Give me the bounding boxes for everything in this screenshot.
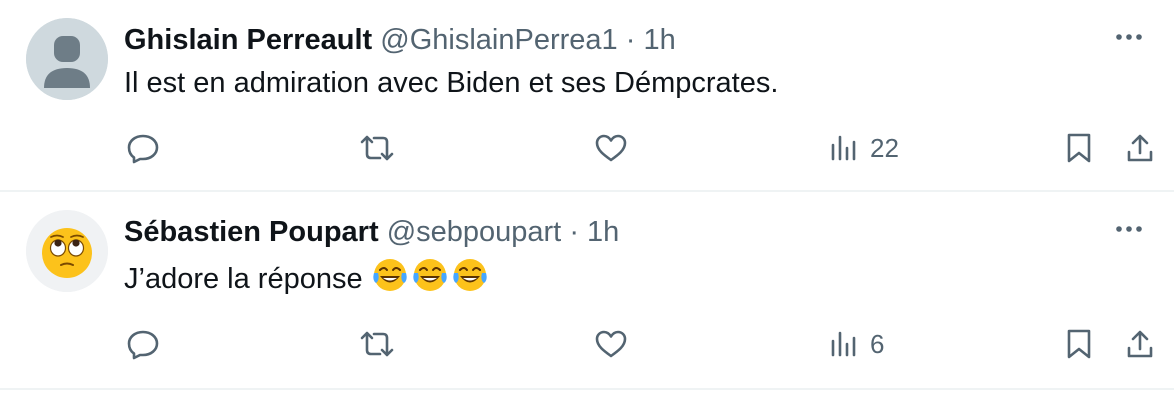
- like-button[interactable]: [594, 328, 628, 360]
- reply-button[interactable]: [126, 328, 160, 360]
- reply-icon: [127, 330, 159, 360]
- tweet-reply[interactable]: Sébastien Poupart @sebpoupart · 1h J’ado…: [0, 192, 1174, 390]
- views-icon: [831, 135, 856, 161]
- repost-icon: [360, 331, 394, 357]
- like-button[interactable]: [594, 132, 628, 164]
- bookmark-icon: [1067, 329, 1091, 359]
- bookmark-icon: [1067, 133, 1091, 163]
- views-button[interactable]: 22: [828, 132, 899, 164]
- share-button[interactable]: [1124, 132, 1156, 164]
- reply-icon: [127, 134, 159, 164]
- reply-button[interactable]: [126, 132, 160, 164]
- views-count: 6: [870, 328, 885, 359]
- action-bar: 22: [0, 0, 1174, 190]
- tweet-reply[interactable]: Ghislain Perreault @GhislainPerrea1 · 1h…: [0, 0, 1174, 192]
- share-icon: [1127, 134, 1153, 162]
- share-icon: [1127, 330, 1153, 358]
- views-count: 22: [870, 132, 899, 163]
- share-button[interactable]: [1124, 328, 1156, 360]
- repost-button[interactable]: [358, 328, 396, 360]
- bookmark-button[interactable]: [1064, 132, 1094, 164]
- views-icon: [831, 331, 856, 357]
- repost-button[interactable]: [358, 132, 396, 164]
- bookmark-button[interactable]: [1064, 328, 1094, 360]
- action-bar: 6: [0, 192, 1174, 388]
- heart-icon: [595, 330, 627, 358]
- heart-icon: [595, 134, 627, 162]
- repost-icon: [360, 135, 394, 161]
- views-button[interactable]: 6: [828, 328, 884, 360]
